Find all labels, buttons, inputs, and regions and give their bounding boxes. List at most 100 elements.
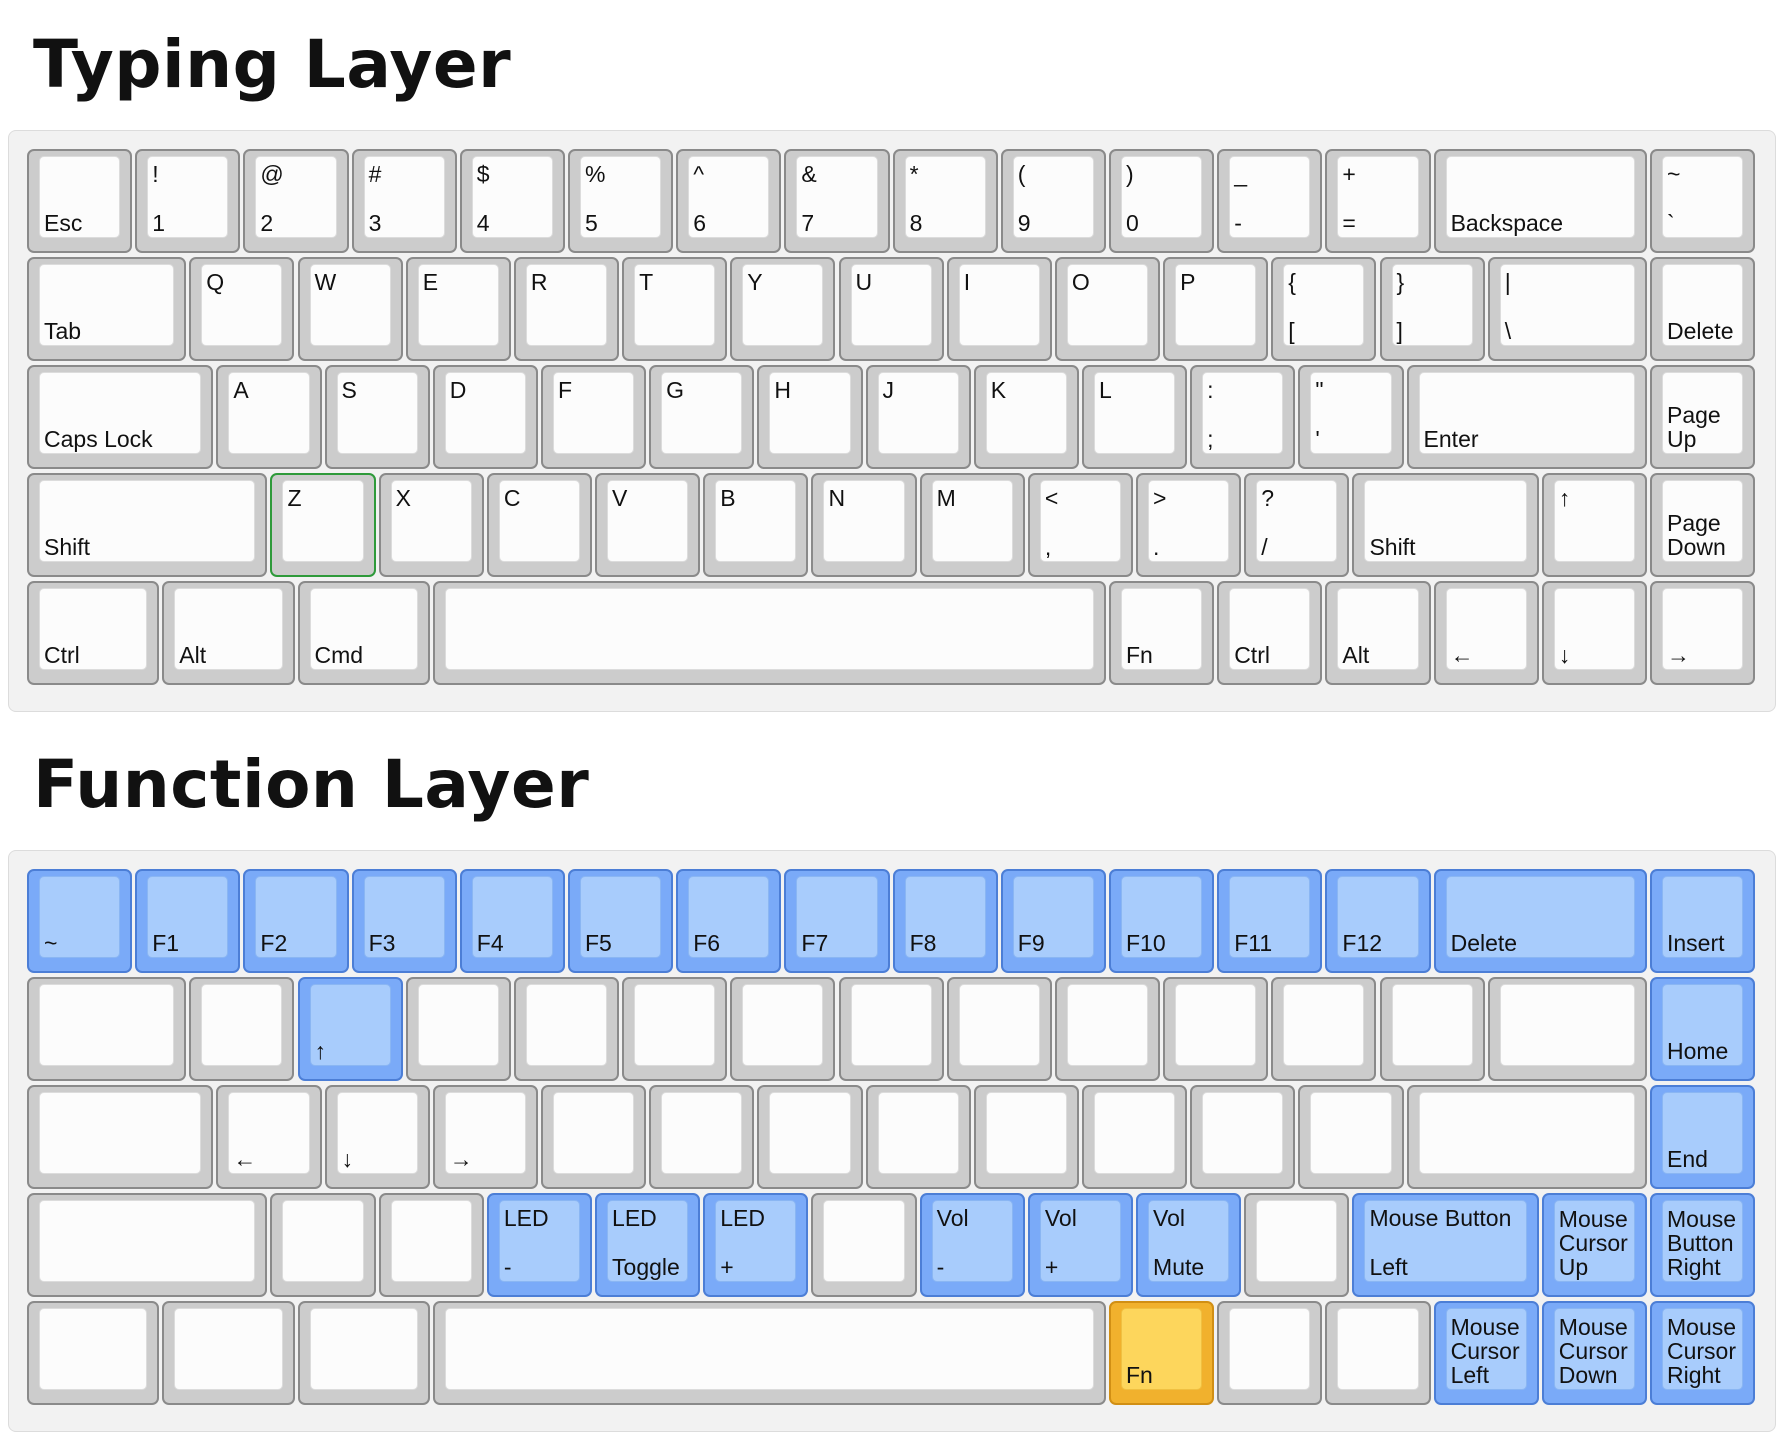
key-vol[interactable]: Vol - — [919, 1193, 1025, 1297]
key-blank-2-2[interactable] — [189, 977, 295, 1081]
key-blank-4-11[interactable] — [1244, 1193, 1350, 1297]
key-f2[interactable]: F2 — [243, 869, 349, 973]
key-1[interactable]: ! 1 — [135, 149, 241, 253]
key-o[interactable]: O — [1054, 257, 1161, 361]
key-esc[interactable]: Esc — [27, 149, 133, 253]
key-f5[interactable]: F5 — [568, 869, 674, 973]
key-blank-2-11[interactable] — [1163, 977, 1269, 1081]
key-mouse-cursor-left[interactable]: Mouse Cursor Left — [1433, 1301, 1539, 1405]
key-blank-3-1[interactable] — [27, 1085, 214, 1189]
key-blank-3-4[interactable]: → — [432, 1085, 538, 1189]
key-blank-3-11[interactable] — [1190, 1085, 1296, 1189]
key-blank-2-7[interactable] — [730, 977, 836, 1081]
key-h[interactable]: H — [757, 365, 863, 469]
key-l[interactable]: L — [1081, 365, 1188, 469]
key-blank-4-1[interactable] — [27, 1193, 268, 1297]
key-blank-4-2[interactable] — [270, 1193, 376, 1297]
key-blank-1-13[interactable]: + = — [1325, 149, 1431, 253]
key-x[interactable]: X — [378, 473, 484, 577]
key-f3[interactable]: F3 — [351, 869, 457, 973]
key-blank-3-8[interactable] — [865, 1085, 971, 1189]
key-e[interactable]: E — [405, 257, 511, 361]
key-blank-3-13[interactable] — [1406, 1085, 1647, 1189]
key-enter[interactable]: Enter — [1406, 365, 1647, 469]
key-2[interactable]: @2 — [243, 149, 349, 253]
key-vol[interactable]: Vol + — [1027, 1193, 1134, 1297]
key-5[interactable]: % 5 — [568, 149, 674, 253]
key-blank-2-14[interactable]: | \ — [1487, 257, 1647, 361]
key-t[interactable]: T — [622, 257, 728, 361]
key-blank-5-9[interactable]: ↓ — [1541, 581, 1647, 685]
key-vol-mute[interactable]: Vol Mute — [1136, 1193, 1242, 1297]
key-blank-4-10[interactable]: >. — [1136, 473, 1242, 577]
key-6[interactable]: ^ 6 — [676, 149, 782, 253]
key-mouse-button-right[interactable]: Mouse Button Right — [1650, 1193, 1756, 1297]
key-c[interactable]: C — [486, 473, 593, 577]
key-f6[interactable]: F6 — [676, 869, 782, 973]
key-blank-2-4[interactable] — [405, 977, 511, 1081]
key-9[interactable]: (9 — [1000, 149, 1106, 253]
key-blank-5-6[interactable] — [1217, 1301, 1323, 1405]
key-fn[interactable]: Fn — [1109, 1301, 1215, 1405]
key-p[interactable]: P — [1163, 257, 1269, 361]
key-blank-2-1[interactable] — [27, 977, 187, 1081]
key-f7[interactable]: F7 — [784, 869, 890, 973]
key-fn[interactable]: Fn — [1109, 581, 1215, 685]
key-8[interactable]: * 8 — [892, 149, 998, 253]
key-led[interactable]: LED - — [486, 1193, 593, 1297]
key-mouse-cursor-right[interactable]: Mouse Cursor Right — [1650, 1301, 1756, 1405]
key-k[interactable]: K — [973, 365, 1079, 469]
key-caps-lock[interactable]: Caps Lock — [27, 365, 214, 469]
key-f8[interactable]: F8 — [892, 869, 998, 973]
key-r[interactable]: R — [513, 257, 620, 361]
key-backspace[interactable]: Backspace — [1433, 149, 1647, 253]
key-blank-2-6[interactable] — [622, 977, 728, 1081]
key-m[interactable]: M — [919, 473, 1025, 577]
key-home[interactable]: Home — [1650, 977, 1756, 1081]
key-f4[interactable]: F4 — [459, 869, 565, 973]
key-w[interactable]: W — [297, 257, 403, 361]
key-d[interactable]: D — [432, 365, 538, 469]
key-blank-3-12[interactable]: " ' — [1298, 365, 1404, 469]
key-blank-3-3[interactable]: ↓ — [324, 1085, 430, 1189]
key-4[interactable]: $4 — [459, 149, 565, 253]
key-a[interactable]: A — [216, 365, 322, 469]
key-mouse-button-left[interactable]: Mouse Button Left — [1352, 1193, 1539, 1297]
key-f[interactable]: F — [540, 365, 647, 469]
key-delete[interactable]: Delete — [1650, 257, 1756, 361]
key-blank-2-13[interactable] — [1379, 977, 1485, 1081]
key-alt[interactable]: Alt — [162, 581, 295, 685]
key-blank-4-3[interactable] — [378, 1193, 484, 1297]
key-blank-4-13[interactable]: ↑ — [1541, 473, 1647, 577]
key-f9[interactable]: F9 — [1000, 869, 1106, 973]
key-alt[interactable]: Alt — [1325, 581, 1431, 685]
key-blank-5-3[interactable] — [297, 1301, 430, 1405]
key-blank-3-12[interactable] — [1298, 1085, 1404, 1189]
key-ctrl[interactable]: Ctrl — [27, 581, 160, 685]
key-shift[interactable]: Shift — [1352, 473, 1539, 577]
key-blank-2-8[interactable] — [838, 977, 944, 1081]
key-blank-5-1[interactable] — [27, 1301, 160, 1405]
key-blank-3-6[interactable] — [649, 1085, 755, 1189]
key-mouse-cursor-down[interactable]: Mouse Cursor Down — [1541, 1301, 1647, 1405]
key-blank-5-10[interactable]: → — [1650, 581, 1756, 685]
key-led[interactable]: LED + — [703, 1193, 809, 1297]
key-f11[interactable]: F11 — [1217, 869, 1323, 973]
key-mouse-cursor-up[interactable]: Mouse Cursor Up — [1541, 1193, 1647, 1297]
key-led-toggle[interactable]: LED Toggle — [595, 1193, 701, 1297]
key-blank-2-5[interactable] — [513, 977, 620, 1081]
key-blank-2-9[interactable] — [946, 977, 1052, 1081]
key-blank-3-5[interactable] — [540, 1085, 647, 1189]
key-page-up[interactable]: Page Up — [1650, 365, 1756, 469]
key-i[interactable]: I — [946, 257, 1052, 361]
key-blank-5-8[interactable]: ← — [1433, 581, 1539, 685]
key-shift[interactable]: Shift — [27, 473, 268, 577]
key-end[interactable]: End — [1650, 1085, 1756, 1189]
key-f1[interactable]: F1 — [135, 869, 241, 973]
key-blank-4-7[interactable] — [811, 1193, 917, 1297]
key-blank-5-2[interactable] — [162, 1301, 295, 1405]
key-blank-2-13[interactable]: }] — [1379, 257, 1485, 361]
key-f10[interactable]: F10 — [1109, 869, 1215, 973]
key-blank-1-15[interactable]: ~ ` — [1650, 149, 1756, 253]
key-u[interactable]: U — [838, 257, 944, 361]
